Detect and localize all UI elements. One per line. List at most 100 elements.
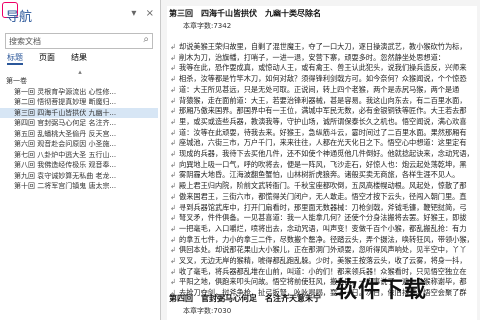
- body-line-text: 相杀，汝等都是竹竿木刀，如何对敌？须得锋利剑戟方可。如今奈何？众猴闻说，个个惊恐: [179, 74, 467, 84]
- body-line-text: 那厢乃傲来国界。那国界中有一王位，满城中军民无数，必有金银铜铁等匠作。大王若去那: [179, 106, 467, 116]
- paragraph-mark-icon: ↲: [169, 202, 177, 212]
- body-line: ↲ 殿上君王归内院，阶前文武转衙门。千秋宝座都吹倒，五凤高楼幌动根。风起处，惊散了…: [167, 181, 473, 192]
- body-line-text: 雾阴霾大地昏。江海波翻鱼蟹怕，山林树折虎狼奔。诸般买卖无商旅，各样生涯不见人。: [179, 170, 460, 180]
- body-line: ↲ 傲来国君王，三街六市，都慌得关门闭户，无人敢走。悟空才按下云头，径闯入朝门里。…: [167, 192, 473, 203]
- body-line: ↲ 那厢乃傲来国界。那国界中有一王位，满城中军民无数，必有金银铜铁等匠作。大王若去…: [167, 106, 473, 117]
- tab-results[interactable]: 结果: [71, 52, 87, 63]
- body-line: ↲ 现成的兵器，我待下去买他几件，还不如使个神通觅他几件倒好。他就捻起诀来，念动咒…: [167, 149, 473, 160]
- paragraph-mark-icon: ↲: [169, 149, 177, 159]
- paragraph-mark-icon: ↲: [169, 170, 177, 180]
- body-line-text: 向巽地上吸一口气，呼的吹将去，便是一阵风，飞沙走石，好惊人也：炮云起处荡乾坤，黑: [179, 159, 467, 169]
- nav-controls: ▾ ×: [125, 8, 154, 19]
- paragraph-mark-icon: ↲: [169, 116, 177, 126]
- body-line-text: 削木为刀，治旗幡，打哨子，一进一退，安营下寨，顽耍多时。忽然静坐处思想道：: [179, 52, 445, 62]
- nav-item-chapter-9[interactable]: 第九回 袁守诚妙算无私曲 老龙...: [0, 171, 158, 182]
- chapter-3-heading: 第三回 四海千山皆拱伏 九幽十类尽除名: [169, 9, 321, 18]
- search-input[interactable]: 搜索文档 ⌕: [5, 33, 153, 49]
- paragraph-mark-icon: ↲: [169, 84, 177, 94]
- body-line-text: 却说美猴王荣归故里，自剿了混世魔王，夺了一口大刀，逐日操演武艺，教小猴砍竹为标，: [179, 42, 467, 51]
- body-line: ↲ 相杀，汝等都是竹竿木刀，如何对敌？须得锋利剑戟方可。如今奈何？众猴闻说，个个惊…: [167, 74, 473, 85]
- paragraph-mark-icon: ↲: [169, 106, 177, 116]
- body-line: ↲ 雾阴霾大地昏。江海波翻鱼蟹怕，山林树折虎狼奔。诸般买卖无商旅，各样生涯不见人。: [167, 170, 473, 181]
- paragraph-mark-icon: ↲: [169, 213, 177, 223]
- paragraph-mark-icon: ↲: [169, 234, 177, 244]
- body-line-text: 背猿猴，走在面前道：大王，若要治锋利器械，甚是容易。我这山向东去，有二百里水面，: [179, 95, 467, 105]
- paragraph-mark-icon: ↲: [169, 138, 177, 148]
- collapse-marker-icon[interactable]: ▴: [20, 68, 140, 76]
- nav-item-chapter-4[interactable]: 第四回 官封弼马心何足 名注齐...: [0, 118, 158, 129]
- body-line: ↲ 背猿猴，走在面前道：大王，若要治锋利器械，甚是容易。我这山向东去，有二百里水面…: [167, 96, 473, 107]
- body-line-text: 一把毫毛，入口嚼烂，喷将出去，念动咒语，叫声变！变做千百个小猴，都乱搬乱抢：有力: [179, 223, 467, 233]
- body-line-text: 道：大王所见甚远，只是无处可取。正说间，转上四个老猴，两个是赤尻马猴，两个是通: [179, 84, 460, 94]
- nav-item-chapter-5[interactable]: 第五回 乱蟠桃大圣偷丹 反天宫...: [0, 129, 158, 140]
- nav-tabs: 标题 页面 结果: [5, 52, 155, 65]
- paragraph-mark-icon: ↲: [169, 63, 177, 73]
- body-line-text: 里，或买或造些兵器，教演我等，守护山场，诚所谓保泰长久之机也。悟空闻说，满心欢喜: [179, 116, 467, 126]
- body-line: ↲ 道：大王所见甚远，只是无处可取。正说间，转上四个老猴，两个是赤尻马猴，两个是通: [167, 85, 473, 96]
- watermark-logo: 软件下载: [335, 278, 428, 303]
- nav-item-volume-1[interactable]: 第一卷: [0, 76, 158, 87]
- navigation-pane: 导航 ▾ × 搜索文档 ⌕ 标题 页面 结果 ▴ 第一卷 第一回 灵根育孕源流出…: [0, 0, 161, 320]
- search-icon[interactable]: ⌕: [143, 34, 149, 45]
- body-line-text: 弩叉矛，件件俱备。一见甚喜道：我一人能拿几何？还使个分身法搬将去罢。好猴王，即拔: [179, 213, 467, 223]
- nav-header: 导航 ▾ ×: [0, 0, 160, 32]
- body-line: ↲ 我等在此，恐作耍成真，或惊动人王，或有禽王、兽王认此犯头，说我们操兵造反，兴师…: [167, 63, 473, 74]
- body-line: ↲ 向巽地上吸一口气，呼的吹将去，便是一阵风，飞沙走石，好惊人也：炮云起处荡乾坤，…: [167, 160, 473, 171]
- body-line: ↲ 却说美猴王荣归故里，自剿了混世魔王，夺了一口大刀，逐日操演武艺，教小猴砍竹为标…: [167, 42, 473, 53]
- nav-item-chapter-10[interactable]: 第十回 二将军宫门镇鬼 唐太宗...: [0, 181, 158, 192]
- paragraph-mark-icon: ↲: [169, 256, 177, 266]
- body-line: ↲ 寻到兵器馆武库中，打开门扇看时，那里面无数器械：刀枪剑戟，斧钺毛镰，鞭钯挝简，…: [167, 203, 473, 214]
- paragraph-mark-icon: ↲: [169, 74, 177, 84]
- nav-close-icon[interactable]: ×: [146, 8, 154, 19]
- tab-headings[interactable]: 标题: [7, 52, 23, 65]
- body-line: ↲ 收了毫毛，将兵器都乱堆在山前，叫道：小的们！都来领兵器！众猴看时，只见悟空独立…: [167, 267, 473, 278]
- nav-item-chapter-8[interactable]: 第八回 我佛造经传极乐 观音奉...: [0, 160, 158, 171]
- nav-item-chapter-3[interactable]: 第三回 四海千山皆拱伏 九幽十...: [0, 107, 158, 118]
- paragraph-mark-icon: ↲: [169, 181, 177, 191]
- chapter-3-body: ↲ 却说美猴王荣归故里，自剿了混世魔王，夺了一口大刀，逐日操演武艺，教小猴砍竹为标…: [167, 42, 473, 299]
- body-line-text: 寻到兵器馆武库中，打开门扇看时，那里面无数器械：刀枪剑戟，斧钺毛镰，鞭钯挝简，弓: [179, 202, 467, 212]
- body-line: ↲ 削木为刀，治旗幡，打哨子，一进一退，安营下寨，顽耍多时。忽然静坐处思想道：: [167, 53, 473, 64]
- body-line: ↲ 的拿五七件，力小的拿三二件，尽数搬个罄净。径踏云头，弄个摄法，唤转狂风，带领小…: [167, 235, 473, 246]
- tab-pages[interactable]: 页面: [39, 52, 55, 63]
- body-line-text: 的拿五七件，力小的拿三二件，尽数搬个罄净。径踏云头，弄个摄法，唤转狂风，带领小猴…: [179, 234, 473, 244]
- body-line-text: 现成的兵器，我待下去买他几件，还不如使个神通觅他几件倒好。他就捻起诀来，念动咒语…: [179, 149, 473, 159]
- search-placeholder: 搜索文档: [9, 37, 41, 46]
- body-line-text: 叉叉，无边无岸的猴精，唬得都乱跑乱躲。少时，美猴王按落云头，收了云雾，将身一抖，: [179, 256, 467, 266]
- nav-options-icon[interactable]: ▾: [131, 8, 136, 19]
- body-line: ↲ 里，或买或造些兵器，教演我等，守护山场，诚所谓保泰长久之机也。悟空闻说，满心欢…: [167, 117, 473, 128]
- chapter-3-wordcount: 本章字数:7342: [183, 22, 232, 30]
- paragraph-mark-icon: ↲: [169, 223, 177, 233]
- body-line: ↲ 俱回本处。却说那花果山大小猴儿，正在那洞门外顽耍，忽听得风声响处，见半空中，丫…: [167, 245, 473, 256]
- body-line: ↲ 座城池，六街三市，万户千门，来来往往，人都在光天化日之下。悟空心中想道：这里定…: [167, 138, 473, 149]
- body-line-text: 傲来国君王，三街六市，都慌得关门闭户，无人敢走。悟空才按下云头，径闯入朝门里。直: [179, 191, 467, 201]
- body-line: ↲ 叉叉，无边无岸的猴精，唬得都乱跑乱躲。少时，美猴王按落云头，收了云雾，将身一抖…: [167, 256, 473, 267]
- body-line: ↲ 道：汝等在此顽耍，待我去来。好猴王，急纵筋斗云，霎时间过了二百里水面。果然那厢…: [167, 128, 473, 139]
- paragraph-mark-icon: ↲: [169, 277, 177, 287]
- paragraph-mark-icon: ↲: [169, 127, 177, 137]
- body-line: ↲ 一把毫毛，入口嚼烂，喷将出去，念动咒语，叫声变！变做千百个小猴，都乱搬乱抢：有…: [167, 224, 473, 235]
- body-line: ↲ 平阳之地，俱跑来叩头问故。悟空将前使狂风，搬兵器，一应事说了一遍。众猴称谢毕，…: [167, 277, 473, 288]
- paragraph-mark-icon: ↲: [169, 245, 177, 255]
- nav-item-chapter-7[interactable]: 第七回 八卦炉中逃大圣 五行山...: [0, 150, 158, 161]
- body-line-text: 殿上君王归内院，阶前文武转衙门。千秋宝座都吹倒，五凤高楼幌动根。风起处，惊散了那: [179, 181, 467, 191]
- body-line-text: 座城池，六街三市，万户千门，来来往往，人都在光天化日之下。悟空心中想道：这里定有: [179, 138, 467, 148]
- paragraph-mark-icon: ↲: [169, 52, 177, 62]
- document-area: 第三回 四海千山皆拱伏 九幽十类尽除名 本章字数:7342 ↲ 却说美猴王荣归故里…: [161, 0, 480, 326]
- chapter-4-heading: 第四回 官封弼马心何足 名注齐天意未宁: [169, 294, 321, 303]
- paragraph-mark-icon: ↲: [169, 95, 177, 105]
- nav-item-chapter-1[interactable]: 第一回 灵根育孕源流出 心性修...: [0, 87, 158, 98]
- headings-list: 第一卷 第一回 灵根育孕源流出 心性修... 第二回 悟彻菩提真妙理 断魔归..…: [0, 76, 158, 192]
- nav-title: 导航: [6, 10, 33, 25]
- paragraph-mark-icon: ↲: [169, 191, 177, 201]
- body-line-text: 俱回本处。却说那花果山大小猴儿，正在那洞门外顽耍，忽听得风声响处，见半空中，丫丫: [179, 245, 467, 255]
- body-line-text: 道：汝等在此顽耍，待我去来。好猴王，急纵筋斗云，霎时间过了二百里水面。果然那厢有: [179, 127, 467, 137]
- document-page[interactable]: 第三回 四海千山皆拱伏 九幽十类尽除名 本章字数:7342 ↲ 却说美猴王荣归故里…: [167, 6, 477, 326]
- paragraph-mark-icon: ↲: [169, 42, 177, 51]
- chapter-4-wordcount: 本章字数:7030: [183, 307, 232, 315]
- paragraph-mark-icon: ↲: [169, 159, 177, 169]
- body-line: ↲ 弩叉矛，件件俱备。一见甚喜道：我一人能拿几何？还使个分身法搬将去罢。好猴王，即…: [167, 213, 473, 224]
- nav-item-chapter-6[interactable]: 第六回 观音赴会问原因 小圣施...: [0, 139, 158, 150]
- body-line-text: 我等在此，恐作耍成真，或惊动人王，或有禽王、兽王认此犯头，说我们操兵造反，兴师来: [179, 63, 467, 73]
- nav-item-chapter-2[interactable]: 第二回 悟彻菩提真妙理 断魔归...: [0, 97, 158, 108]
